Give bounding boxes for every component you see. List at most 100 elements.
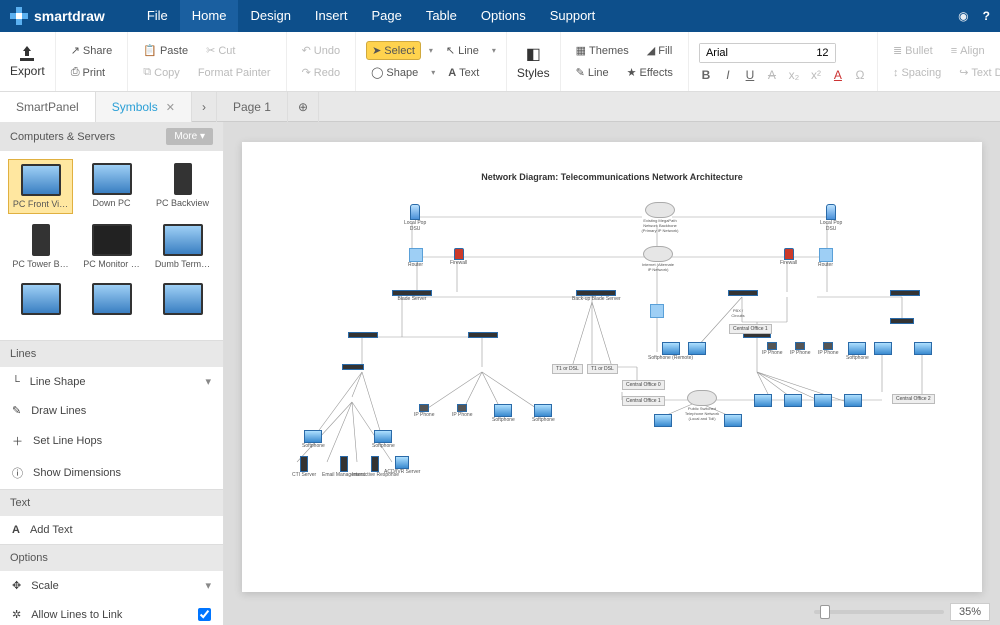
shape-icon: ◯	[371, 66, 383, 79]
styles-icon: ◧	[526, 44, 541, 64]
pc-icon	[844, 394, 862, 407]
menu-support[interactable]: Support	[538, 0, 608, 32]
shape-button[interactable]: ◯Shape	[366, 64, 423, 81]
phone-icon	[457, 404, 467, 412]
select-button[interactable]: ➤Select	[366, 41, 421, 60]
zoom-thumb[interactable]	[820, 605, 830, 619]
select-caret[interactable]: ▾	[429, 46, 433, 55]
line-shape-icon: └	[12, 376, 20, 388]
font-color-button[interactable]: A	[831, 68, 845, 82]
zoom-slider[interactable]	[814, 610, 944, 614]
server-icon	[300, 456, 308, 472]
tab-add[interactable]: ⊕	[288, 92, 319, 122]
themes-icon: ▦	[576, 44, 586, 57]
line-style-button[interactable]: ✎Line	[571, 64, 614, 81]
line-shape-item[interactable]: └Line Shape▾	[0, 367, 223, 396]
effects-button[interactable]: ★Effects	[622, 64, 678, 81]
share-button[interactable]: ↗Share	[66, 42, 118, 59]
fill-button[interactable]: ◢Fill	[642, 42, 678, 59]
symbol-pc-monitor[interactable]: PC Monitor …	[79, 220, 144, 273]
scale-item[interactable]: ✥Scale▾	[0, 571, 223, 600]
menu-home[interactable]: Home	[180, 0, 239, 32]
pc-icon	[874, 342, 892, 355]
phone-icon	[823, 342, 833, 350]
text-tool-button[interactable]: AText	[443, 65, 484, 81]
zoom-percent[interactable]: 35%	[950, 603, 990, 621]
menu-insert[interactable]: Insert	[303, 0, 360, 32]
bullet-button[interactable]: ≣Bullet	[888, 42, 938, 59]
menu-design[interactable]: Design	[238, 0, 302, 32]
format-painter-button[interactable]: Format Painter	[193, 65, 276, 81]
pc-icon	[662, 342, 680, 355]
router-icon	[409, 248, 423, 262]
diagram-page[interactable]: Network Diagram: Telecommunications Netw…	[242, 142, 982, 592]
menu-file[interactable]: File	[135, 0, 180, 32]
line-icon: ↖	[446, 44, 455, 57]
symbol-pc-tower[interactable]: PC Tower B…	[8, 220, 73, 273]
symbol-category-header[interactable]: Computers & Servers More ▾	[0, 122, 223, 151]
strike-button[interactable]: A	[765, 68, 779, 82]
print-button[interactable]: ⎙Print	[66, 64, 110, 81]
superscript-button[interactable]: x²	[809, 68, 823, 82]
pc-icon	[92, 283, 132, 315]
font-name-input[interactable]	[700, 44, 810, 62]
allow-lines-item[interactable]: ✲Allow Lines to Link	[0, 600, 223, 625]
align-button[interactable]: ≡Align	[946, 43, 990, 59]
clear-format-button[interactable]: Ω	[853, 68, 867, 82]
menu-options[interactable]: Options	[469, 0, 538, 32]
pc-icon	[848, 342, 866, 355]
undo-button[interactable]: ↶Undo	[297, 42, 346, 59]
switch-icon	[342, 364, 364, 370]
firewall-icon	[784, 248, 794, 260]
subscript-button[interactable]: x₂	[787, 68, 801, 82]
plus-icon: ＋	[12, 433, 23, 449]
line-hops-item[interactable]: ＋Set Line Hops	[0, 425, 223, 457]
cut-button[interactable]: ✂Cut	[201, 42, 240, 59]
tab-symbols[interactable]: Symbols✕	[96, 92, 192, 122]
print-icon: ⎙	[71, 66, 80, 79]
help-icon[interactable]: ?	[983, 9, 990, 23]
shape-caret[interactable]: ▾	[431, 68, 435, 77]
show-dimensions-item[interactable]: ⓘShow Dimensions	[0, 457, 223, 489]
paste-button[interactable]: 📋Paste	[138, 42, 193, 59]
symbol-extra-2[interactable]	[79, 279, 144, 332]
export-icon	[18, 46, 36, 62]
styles-button[interactable]: ◧ Styles	[517, 44, 550, 80]
symbol-down-pc[interactable]: Down PC	[79, 159, 144, 214]
italic-button[interactable]: I	[721, 68, 735, 82]
symbol-dumb-term[interactable]: Dumb Term…	[150, 220, 215, 273]
copy-button[interactable]: ⧉Copy	[138, 64, 185, 81]
app-logo: smartdraw	[10, 7, 105, 25]
symbol-pc-front[interactable]: PC Front Vi…	[8, 159, 73, 214]
canvas-area[interactable]: Network Diagram: Telecommunications Netw…	[224, 122, 1000, 625]
tab-next[interactable]: ›	[192, 92, 217, 122]
pc-icon	[304, 430, 322, 443]
more-button[interactable]: More ▾	[166, 128, 213, 145]
line-tool-button[interactable]: ↖Line	[441, 42, 484, 59]
menu-table[interactable]: Table	[414, 0, 469, 32]
tab-smartpanel[interactable]: SmartPanel	[0, 92, 96, 122]
underline-button[interactable]: U	[743, 68, 757, 82]
add-text-item[interactable]: AAdd Text	[0, 516, 223, 544]
pc-icon	[92, 163, 132, 195]
spacing-button[interactable]: ↕Spacing	[888, 65, 946, 81]
font-size-input[interactable]	[810, 44, 835, 62]
globe-icon[interactable]: ◉	[958, 9, 968, 23]
font-selector[interactable]	[699, 43, 836, 63]
symbol-extra-1[interactable]	[8, 279, 73, 332]
text-direction-button[interactable]: ↪Text Direction	[954, 64, 1000, 81]
themes-button[interactable]: ▦Themes	[571, 42, 634, 59]
export-button[interactable]: Export	[10, 46, 45, 78]
router-icon	[819, 248, 833, 262]
menu-page[interactable]: Page	[359, 0, 413, 32]
bold-button[interactable]: B	[699, 68, 713, 82]
allow-lines-checkbox[interactable]	[198, 608, 211, 621]
symbol-extra-3[interactable]	[150, 279, 215, 332]
line-caret[interactable]: ▾	[492, 46, 496, 55]
tab-page-1[interactable]: Page 1	[217, 92, 288, 122]
close-icon[interactable]: ✕	[166, 102, 175, 114]
draw-lines-item[interactable]: ✎Draw Lines	[0, 396, 223, 425]
redo-button[interactable]: ↷Redo	[297, 64, 346, 81]
scale-icon: ✥	[12, 579, 21, 592]
symbol-pc-backview[interactable]: PC Backview	[150, 159, 215, 214]
